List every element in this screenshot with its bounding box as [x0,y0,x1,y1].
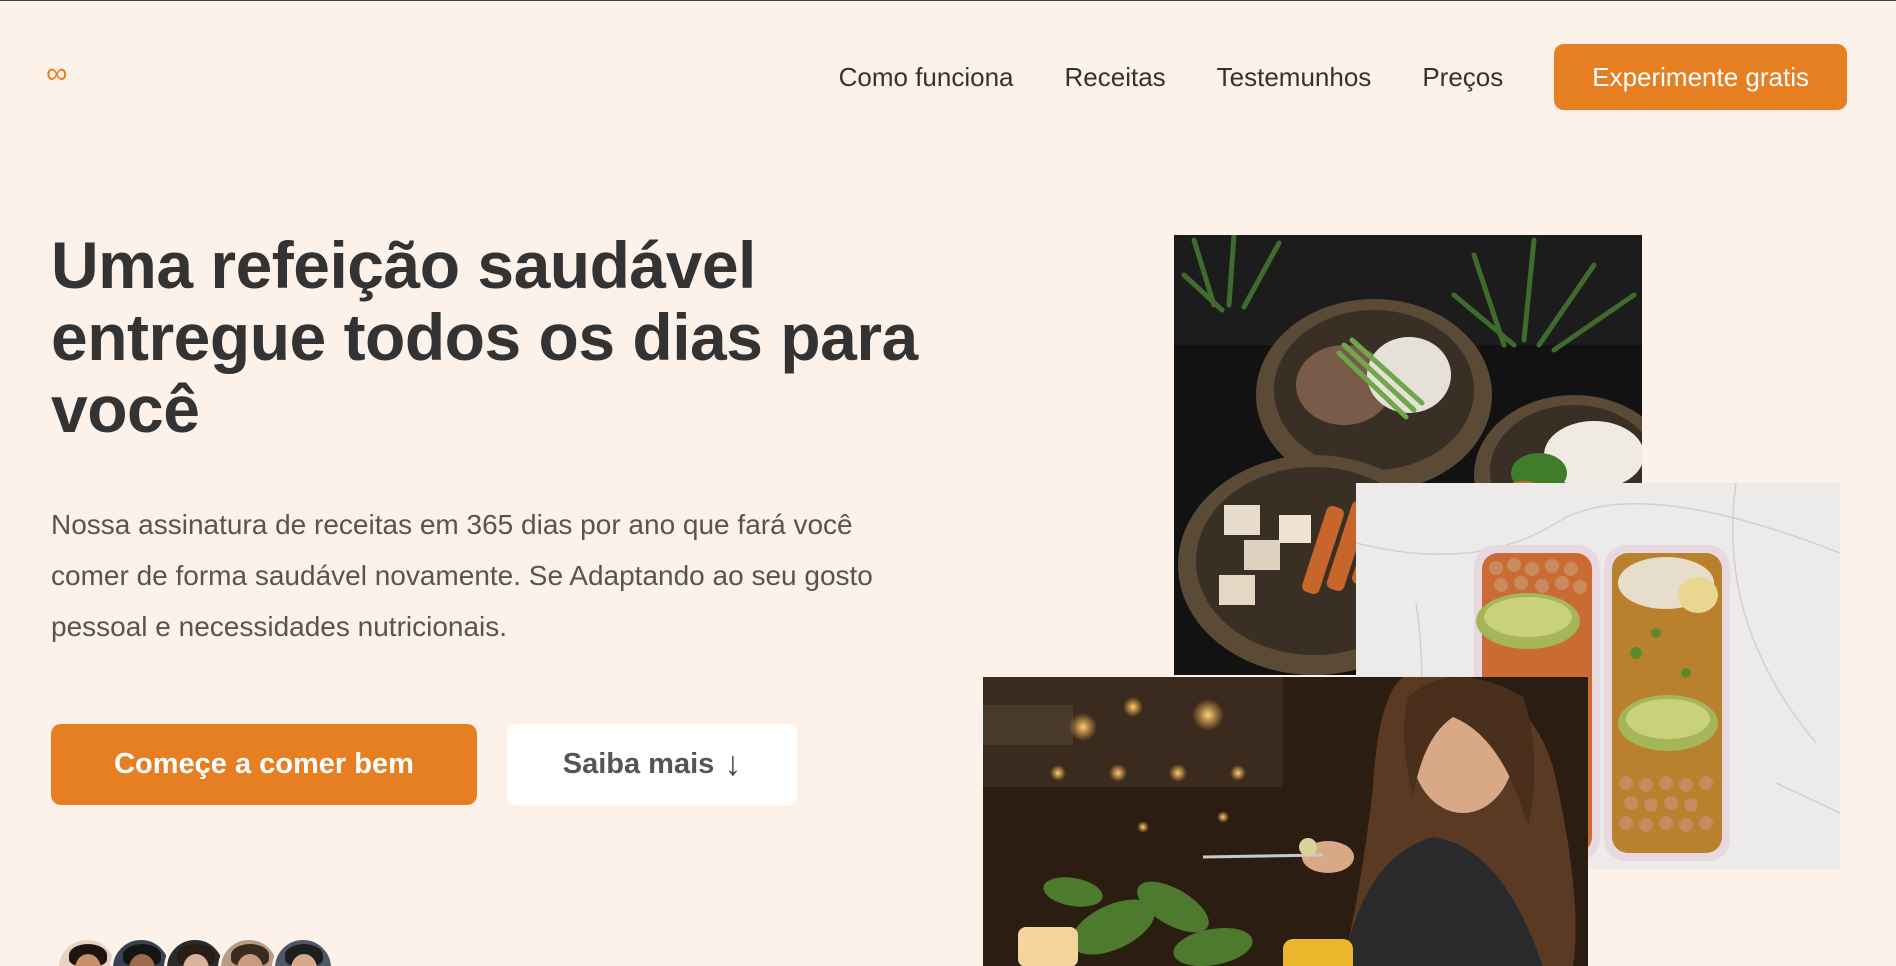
logo[interactable]: ∞ [46,59,67,89]
customer-avatar [272,937,334,966]
customer-avatar [56,937,118,966]
woman-eating-photo [983,677,1588,966]
nav-link-testemunhos[interactable]: Testemunhos [1217,62,1372,93]
nav-link-como-funciona[interactable]: Como funciona [839,62,1014,93]
start-eating-well-button[interactable]: Começe a comer bem [51,724,477,805]
learn-more-label: Saiba mais [562,748,715,780]
try-free-button[interactable]: Experimente gratis [1554,44,1847,110]
landing-page: ∞ Como funciona Receitas Testemunhos Pre… [0,0,1896,966]
hero-description: Nossa assinatura de receitas em 365 dias… [51,509,873,642]
learn-more-button[interactable]: Saiba mais ↓ [507,724,797,805]
infinity-icon: ∞ [46,57,68,90]
nav-link-receitas[interactable]: Receitas [1065,62,1166,93]
hero-title: Uma refeição saudável entregue todos os … [51,228,918,446]
main-nav: Como funciona Receitas Testemunhos Preço… [839,44,1847,110]
customer-avatar [164,937,226,966]
customer-avatars [56,937,334,966]
customer-avatar [218,937,280,966]
start-eating-well-label: Começe a comer bem [114,748,414,780]
customer-avatar [110,937,172,966]
arrow-down-icon: ↓ [724,745,742,783]
nav-link-precos[interactable]: Preços [1422,62,1503,93]
